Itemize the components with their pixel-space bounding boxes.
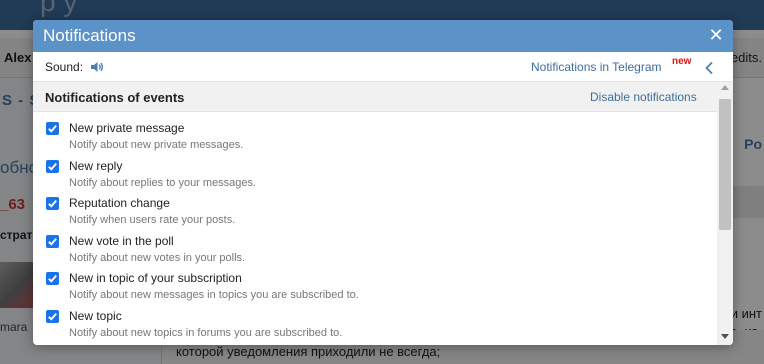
telegram-notifications-link[interactable]: Notifications in Telegram	[531, 60, 662, 74]
events-header: Notifications of events Disable notifica…	[33, 82, 717, 112]
checkmark-icon	[48, 124, 57, 133]
events-scroll-area[interactable]: Notifications of events Disable notifica…	[33, 82, 733, 345]
close-icon[interactable]: ✕	[708, 25, 724, 45]
event-item-new-topic[interactable]: New topic Notify about new topics in for…	[33, 309, 717, 346]
sound-label: Sound:	[45, 60, 84, 74]
event-checkbox[interactable]	[46, 272, 59, 285]
checkmark-icon	[48, 237, 57, 246]
event-description: Notify about new votes in your polls.	[69, 251, 246, 264]
chevron-left-icon[interactable]	[704, 61, 714, 75]
event-name: Reputation change	[69, 196, 170, 210]
event-description: Notify about new topics in forums you ar…	[69, 326, 343, 339]
event-name: New in topic of your subscription	[69, 271, 242, 285]
scroll-up-icon[interactable]	[721, 85, 729, 90]
event-description: Notify about replies to your messages.	[69, 176, 257, 189]
speaker-icon[interactable]	[90, 61, 104, 73]
event-name: New reply	[69, 158, 123, 173]
vertical-scrollbar[interactable]	[717, 82, 733, 345]
checkmark-icon	[48, 162, 57, 171]
event-name: New topic	[69, 308, 122, 323]
event-checkbox[interactable]	[46, 122, 59, 135]
events-title: Notifications of events	[45, 90, 185, 105]
event-item-new-in-subscribed-topic[interactable]: New in topic of your subscription Notify…	[33, 271, 717, 309]
sound-row: Sound: Notifications in Telegram new	[33, 52, 733, 82]
event-description: Notify about new messages in topics you …	[69, 289, 359, 301]
event-checkbox[interactable]	[46, 197, 59, 210]
dialog-title: Notifications	[43, 26, 136, 45]
event-item-reputation-change[interactable]: Reputation change Notify when users rate…	[33, 196, 717, 234]
event-item-new-private-message[interactable]: New private message Notify about new pri…	[33, 121, 717, 159]
checkmark-icon	[48, 312, 57, 321]
event-name: New private message	[69, 121, 185, 135]
event-description: Notify when users rate your posts.	[69, 214, 236, 226]
checkmark-icon	[48, 274, 57, 283]
dialog-header: Notifications ✕	[33, 20, 733, 52]
new-badge: new	[672, 56, 692, 67]
notifications-dialog: Notifications ✕ Sound: Notifications in …	[33, 20, 733, 345]
event-checkbox[interactable]	[46, 159, 59, 173]
checkmark-icon	[48, 199, 57, 208]
event-list: New private message Notify about new pri…	[33, 112, 717, 345]
event-item-new-vote-in-poll[interactable]: New vote in the poll Notify about new vo…	[33, 234, 717, 272]
scroll-down-icon[interactable]	[721, 334, 729, 339]
event-checkbox[interactable]	[46, 309, 59, 323]
scrollbar-thumb[interactable]	[719, 99, 731, 230]
disable-notifications-link[interactable]: Disable notifications	[590, 90, 697, 104]
event-description: Notify about new private messages.	[69, 139, 244, 151]
event-checkbox[interactable]	[46, 234, 59, 248]
event-item-new-reply[interactable]: New reply Notify about replies to your m…	[33, 159, 717, 197]
event-name: New vote in the poll	[69, 233, 174, 248]
